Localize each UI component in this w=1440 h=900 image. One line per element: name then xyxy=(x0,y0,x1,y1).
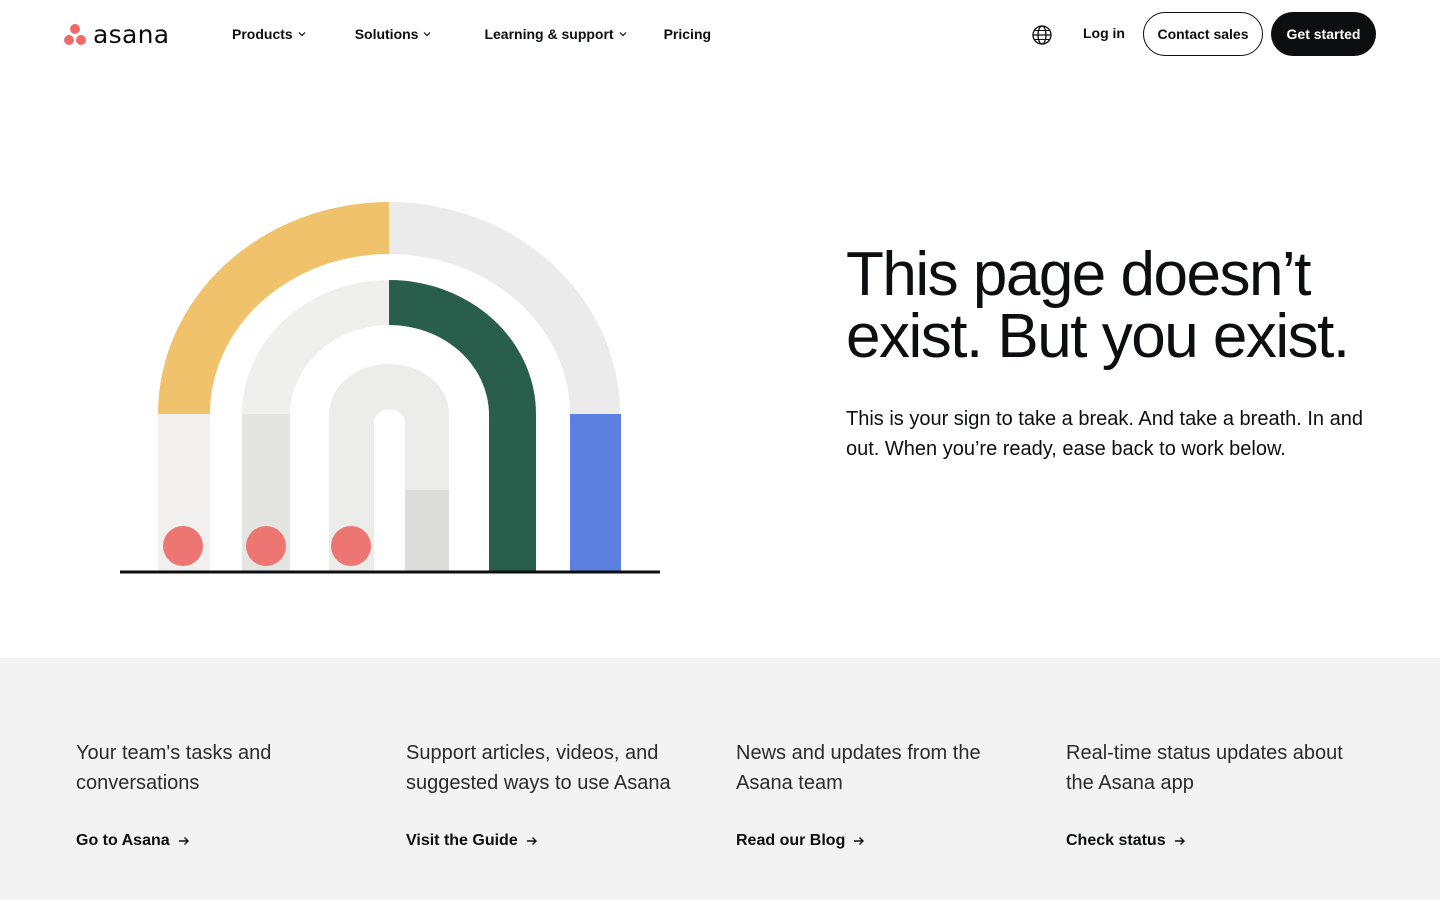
main-nav: Products Solutions Learning & support Pr… xyxy=(232,22,711,46)
globe-icon[interactable] xyxy=(1031,24,1053,46)
nav-learning-support[interactable]: Learning & support xyxy=(484,22,627,46)
site-header: asana Products Solutions Learning & supp… xyxy=(0,0,1440,68)
card-description: Support articles, videos, and suggested … xyxy=(406,742,671,794)
chevron-down-icon xyxy=(619,32,627,37)
asana-logo[interactable]: asana xyxy=(63,20,169,48)
card-go-to-asana: Your team's tasks and conversations Go t… xyxy=(76,738,376,849)
link-label: Check status xyxy=(1066,832,1166,849)
go-to-asana-link[interactable]: Go to Asana xyxy=(76,832,190,850)
link-label: Go to Asana xyxy=(76,832,170,849)
card-visit-guide: Support articles, videos, and suggested … xyxy=(406,738,706,849)
nav-solutions-label: Solutions xyxy=(354,26,419,42)
help-links-band: Your team's tasks and conversations Go t… xyxy=(0,658,1440,900)
asana-logo-icon xyxy=(63,22,87,46)
coral-circle xyxy=(246,526,286,566)
visit-guide-link[interactable]: Visit the Guide xyxy=(406,832,538,850)
nav-products-label: Products xyxy=(232,26,293,42)
nav-pricing[interactable]: Pricing xyxy=(664,22,711,46)
login-link[interactable]: Log in xyxy=(1083,25,1125,41)
link-label: Visit the Guide xyxy=(406,832,518,849)
arches-illustration xyxy=(120,202,660,574)
logo-wordmark: asana xyxy=(93,19,170,49)
nav-learning-label: Learning & support xyxy=(484,26,614,42)
arrow-right-icon xyxy=(854,837,865,845)
card-check-status: Real-time status updates about the Asana… xyxy=(1066,738,1366,849)
contact-sales-button[interactable]: Contact sales xyxy=(1143,12,1263,56)
card-description: Your team's tasks and conversations xyxy=(76,742,272,794)
chevron-down-icon xyxy=(424,32,431,37)
link-label: Read our Blog xyxy=(736,832,846,849)
card-read-blog: News and updates from the Asana team Rea… xyxy=(736,738,1036,849)
nav-products[interactable]: Products xyxy=(232,22,307,46)
page-title: This page doesn’t exist. But you exist. xyxy=(846,244,1406,368)
nav-solutions[interactable]: Solutions xyxy=(355,22,433,46)
coral-circle xyxy=(163,526,203,566)
title-line-1: This page doesn’t xyxy=(846,240,1311,309)
check-status-link[interactable]: Check status xyxy=(1066,832,1186,850)
coral-circle xyxy=(331,526,371,566)
nav-pricing-label: Pricing xyxy=(663,26,712,42)
card-description: News and updates from the Asana team xyxy=(736,742,981,794)
arrow-right-icon xyxy=(178,837,189,845)
arrow-right-icon xyxy=(526,837,537,845)
title-line-2: exist. But you exist. xyxy=(846,302,1350,371)
hero-subtitle: This is your sign to take a break. And t… xyxy=(846,408,1363,460)
inner-texture-block xyxy=(405,490,449,572)
read-blog-link[interactable]: Read our Blog xyxy=(736,832,865,850)
arrow-right-icon xyxy=(1174,837,1185,845)
get-started-button[interactable]: Get started xyxy=(1271,12,1376,56)
card-description: Real-time status updates about the Asana… xyxy=(1066,742,1343,794)
outer-leg-right-blue xyxy=(570,414,621,572)
chevron-down-icon xyxy=(298,32,306,37)
